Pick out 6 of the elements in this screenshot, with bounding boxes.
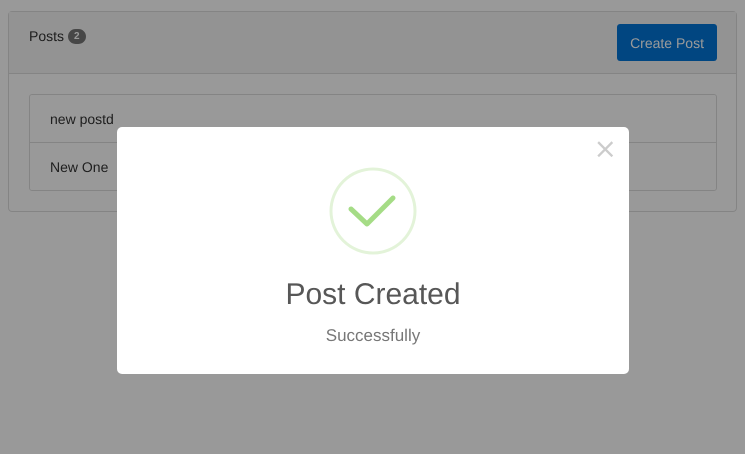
check-circle-icon xyxy=(328,166,418,256)
count-badge: 2 xyxy=(68,28,86,44)
create-post-button[interactable]: Create Post xyxy=(617,24,717,61)
dialog-message: Successfully xyxy=(326,326,420,346)
card-title: Posts xyxy=(29,28,64,44)
dialog-title: Post Created xyxy=(285,278,461,312)
